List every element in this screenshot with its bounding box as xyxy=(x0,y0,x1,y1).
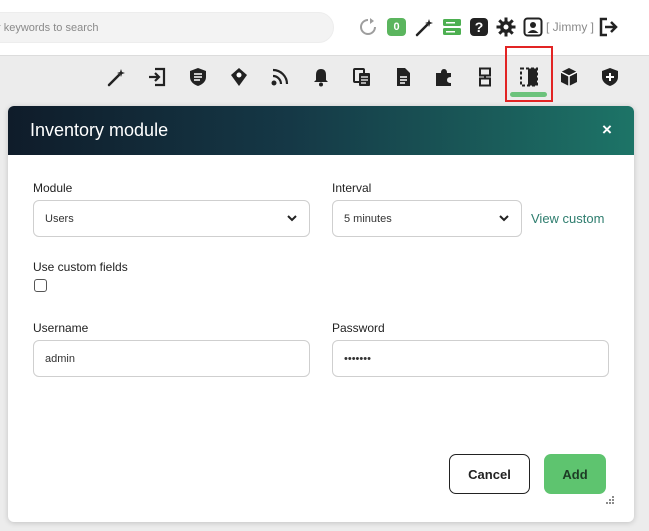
interval-select[interactable]: 5 minutes xyxy=(332,200,522,237)
server-icon[interactable] xyxy=(441,14,463,40)
book-icon[interactable] xyxy=(512,62,546,92)
gear-icon[interactable] xyxy=(495,14,517,40)
shield-icon[interactable] xyxy=(181,62,215,92)
password-input[interactable]: ••••••• xyxy=(332,340,609,377)
search-input[interactable] xyxy=(0,12,334,43)
sign-in-icon[interactable] xyxy=(140,62,174,92)
interval-select-value: 5 minutes xyxy=(344,212,392,225)
password-value: ••••••• xyxy=(344,352,371,365)
svg-text:?: ? xyxy=(475,19,484,35)
active-tab-indicator xyxy=(510,92,547,97)
chevron-down-icon xyxy=(498,212,510,227)
wifi-icon[interactable] xyxy=(263,62,297,92)
magic-wand-icon[interactable] xyxy=(99,62,133,92)
module-label: Module xyxy=(33,181,73,195)
component-icon[interactable] xyxy=(468,62,502,92)
username-input[interactable]: admin xyxy=(33,340,310,377)
module-select-value: Users xyxy=(45,212,74,225)
view-custom-link[interactable]: View custom xyxy=(531,211,604,226)
add-button[interactable]: Add xyxy=(544,454,606,494)
bell-icon[interactable] xyxy=(304,62,338,92)
copy-icon[interactable] xyxy=(345,62,379,92)
file-icon[interactable] xyxy=(386,62,420,92)
notification-count-badge[interactable]: 0 xyxy=(387,18,406,36)
username-value: admin xyxy=(45,352,75,365)
user-name[interactable]: [ Jimmy ] xyxy=(546,20,594,34)
shield-plus-icon[interactable] xyxy=(593,62,627,92)
username-label: Username xyxy=(33,321,89,335)
module-select[interactable]: Users xyxy=(33,200,310,237)
cancel-button[interactable]: Cancel xyxy=(449,454,530,494)
resize-handle-icon[interactable] xyxy=(605,492,615,504)
magic-wand-icon[interactable] xyxy=(413,14,435,40)
inventory-module-dialog: Inventory module × Module Users Interval… xyxy=(8,106,634,522)
interval-label: Interval xyxy=(332,181,372,195)
help-icon[interactable]: ? xyxy=(468,14,490,40)
password-label: Password xyxy=(332,321,385,335)
chevron-down-icon xyxy=(286,212,298,227)
puzzle-icon[interactable] xyxy=(427,62,461,92)
map-marker-icon[interactable] xyxy=(222,62,256,92)
dialog-header: Inventory module × xyxy=(8,106,634,155)
box-icon[interactable] xyxy=(552,62,586,92)
user-icon[interactable] xyxy=(522,14,544,40)
logout-icon[interactable] xyxy=(598,14,620,40)
custom-fields-checkbox[interactable] xyxy=(34,279,47,292)
dialog-title: Inventory module xyxy=(30,120,169,140)
refresh-icon[interactable] xyxy=(357,14,379,40)
custom-fields-label: Use custom fields xyxy=(33,260,128,274)
close-icon[interactable]: × xyxy=(597,120,617,140)
